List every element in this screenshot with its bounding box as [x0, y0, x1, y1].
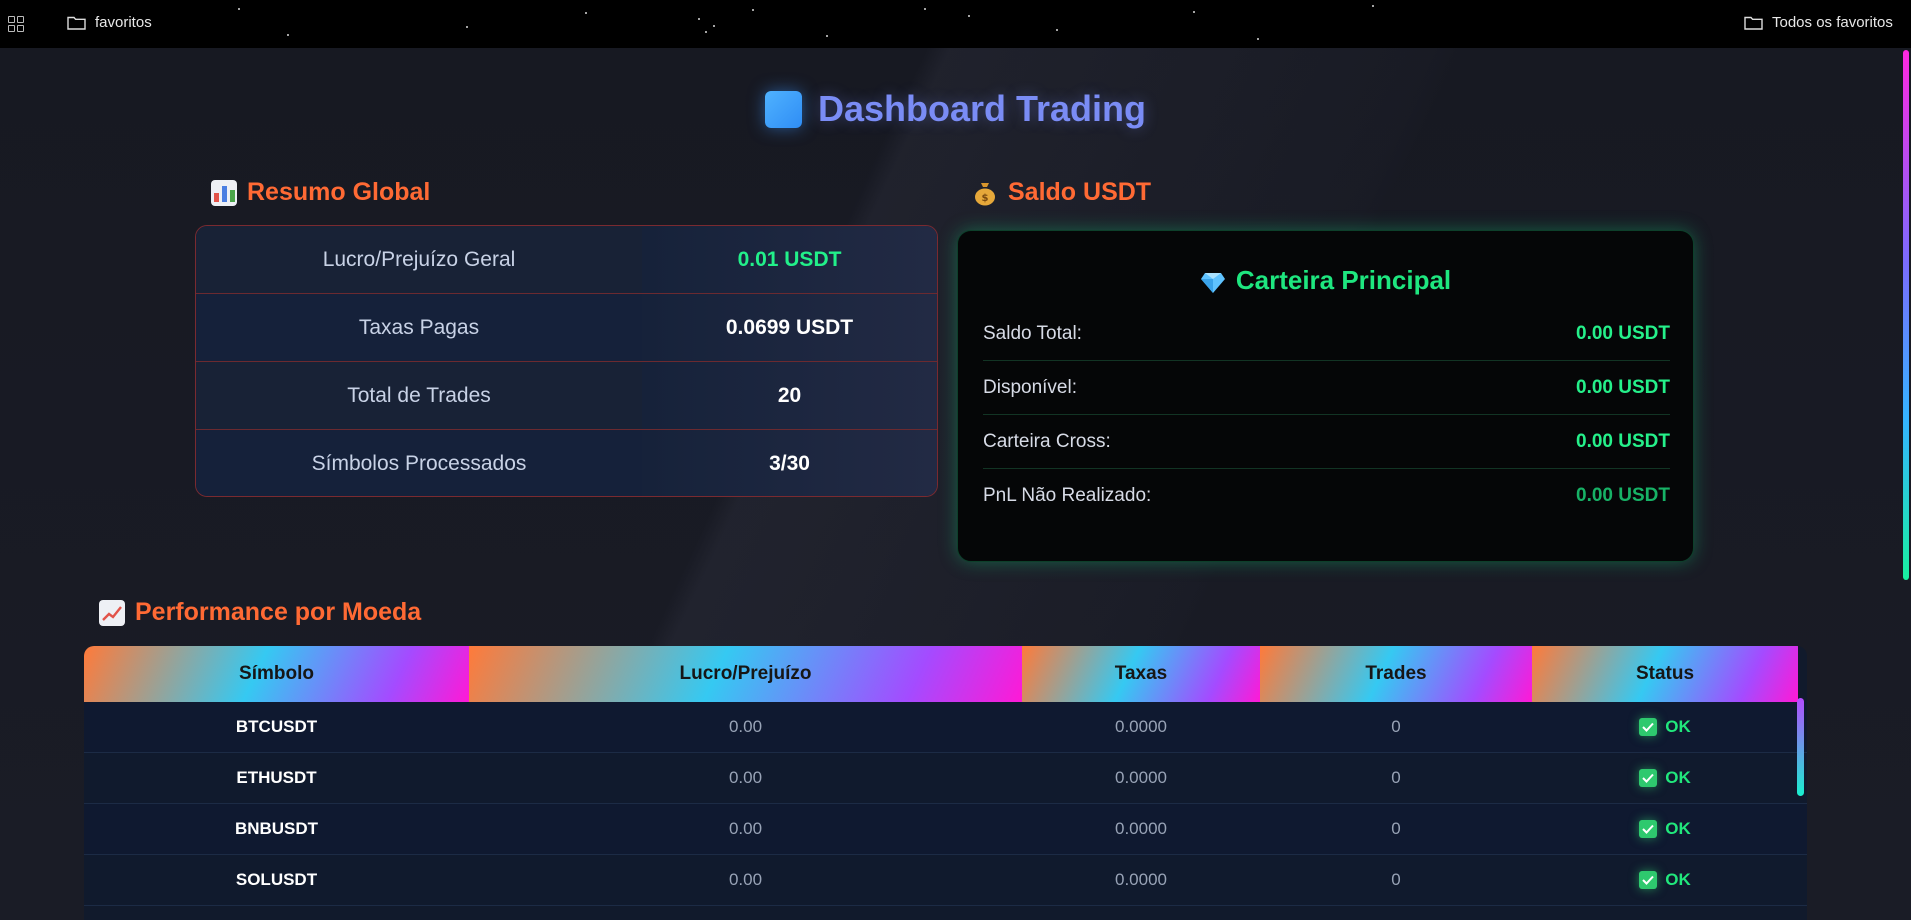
wallet-row-label: Saldo Total:	[983, 322, 1082, 344]
table-row: ETHUSDT 0.00 0.0000 0 OK	[84, 753, 1807, 804]
cell-fees: 0.0000	[1115, 819, 1167, 838]
resumo-heading: Resumo Global	[211, 178, 430, 207]
wallet-row: PnL Não Realizado: 0.00 USDT	[983, 469, 1670, 523]
cell-trades: 0	[1391, 768, 1401, 787]
bookmark-folder-favoritos[interactable]: favoritos	[67, 14, 152, 31]
saldo-heading: $ Saldo USDT	[972, 178, 1151, 207]
column-header-status[interactable]: Status	[1532, 646, 1798, 702]
bookmarks-bar: favoritos Todos os favoritos	[0, 0, 1911, 48]
wallet-row: Carteira Cross: 0.00 USDT	[983, 415, 1670, 469]
row-value: 0.0699 USDT	[642, 294, 937, 361]
square-icon	[764, 90, 802, 128]
chart-increasing-icon	[99, 599, 125, 626]
wallet-row-label: Carteira Cross:	[983, 430, 1111, 452]
bar-chart-icon	[211, 179, 237, 206]
cell-status: OK	[1532, 804, 1798, 854]
bookmark-folder-all[interactable]: Todos os favoritos	[1744, 14, 1893, 31]
wallet-row-value: 0.00 USDT	[1576, 376, 1670, 398]
folder-icon	[67, 15, 86, 30]
wallet-row: Saldo Total: 0.00 USDT	[983, 307, 1670, 361]
table-row: Símbolos Processados 3/30	[196, 430, 937, 496]
row-label: Símbolos Processados	[196, 430, 642, 496]
cell-symbol: BNBUSDT	[234, 819, 319, 838]
table-header: Símbolo Lucro/Prejuízo Taxas Trades Stat…	[84, 646, 1807, 702]
folder-icon	[1744, 15, 1763, 30]
check-icon	[1639, 718, 1658, 736]
cell-pnl: 0.00	[728, 870, 763, 889]
cell-status: OK	[1532, 855, 1798, 905]
cell-fees: 0.0000	[1115, 870, 1167, 889]
cell-pnl: 0.00	[728, 768, 763, 787]
column-header-trades[interactable]: Trades	[1260, 646, 1532, 702]
dashboard-page: Dashboard Trading Resumo Global Lucro/Pr…	[0, 48, 1911, 920]
wallet-row-value: 0.00 USDT	[1576, 430, 1670, 452]
check-icon	[1639, 820, 1658, 838]
diamond-icon	[1200, 270, 1226, 293]
cell-fees: 0.0000	[1115, 768, 1167, 787]
wallet-row-label: PnL Não Realizado:	[983, 485, 1152, 506]
cell-status: OK	[1532, 753, 1798, 803]
row-label: Total de Trades	[196, 362, 642, 429]
cell-pnl: 0.00	[728, 717, 763, 736]
wallet-row: Disponível: 0.00 USDT	[983, 361, 1670, 415]
row-value: 3/30	[642, 430, 937, 496]
cell-pnl: 0.00	[728, 819, 763, 838]
row-value: 0.01 USDT	[642, 226, 937, 293]
table-row: Lucro/Prejuízo Geral 0.01 USDT	[196, 226, 937, 294]
table-row: BNBUSDT 0.00 0.0000 0 OK	[84, 804, 1807, 855]
performance-table: Símbolo Lucro/Prejuízo Taxas Trades Stat…	[84, 646, 1807, 920]
cell-status: OK	[1532, 702, 1798, 752]
cell-symbol: SOLUSDT	[235, 870, 318, 889]
wallet-row-label: Disponível:	[983, 376, 1077, 398]
column-header-symbol[interactable]: Símbolo	[84, 646, 469, 702]
wallet-row-value: 0.00 USDT	[1576, 322, 1670, 344]
resumo-table: Lucro/Prejuízo Geral 0.01 USDT Taxas Pag…	[195, 225, 938, 497]
table-row: SOLUSDT 0.00 0.0000 0 OK	[84, 855, 1807, 906]
wallet-row-value: 0.00 USDT	[1576, 485, 1670, 506]
cell-trades: 0	[1391, 717, 1401, 736]
cell-symbol: BTCUSDT	[235, 717, 318, 736]
wallet-card-title: Carteira Principal	[958, 265, 1693, 296]
column-header-fees[interactable]: Taxas	[1022, 646, 1260, 702]
cell-fees: 0.0000	[1115, 717, 1167, 736]
apps-grid-icon[interactable]	[8, 16, 24, 32]
row-value: 20	[642, 362, 937, 429]
table-scrollbar[interactable]	[1795, 694, 1807, 920]
table-row: Taxas Pagas 0.0699 USDT	[196, 294, 937, 362]
row-label: Lucro/Prejuízo Geral	[196, 226, 642, 293]
cell-symbol: ETHUSDT	[236, 768, 317, 787]
check-icon	[1639, 769, 1658, 787]
cell-trades: 0	[1391, 870, 1401, 889]
row-label: Taxas Pagas	[196, 294, 642, 361]
bookmark-label: favoritos	[95, 14, 152, 31]
money-bag-icon: $	[972, 180, 998, 206]
table-row: Total de Trades 20	[196, 362, 937, 430]
check-icon	[1639, 871, 1658, 889]
wallet-card: Carteira Principal Saldo Total: 0.00 USD…	[957, 230, 1694, 562]
performance-heading: Performance por Moeda	[99, 598, 421, 627]
page-title: Dashboard Trading	[0, 88, 1911, 130]
bookmark-label: Todos os favoritos	[1772, 14, 1893, 31]
cell-trades: 0	[1391, 819, 1401, 838]
page-scrollbar[interactable]	[1901, 48, 1911, 920]
column-header-pnl[interactable]: Lucro/Prejuízo	[469, 646, 1022, 702]
svg-text:$: $	[982, 193, 989, 204]
table-row: BTCUSDT 0.00 0.0000 0 OK	[84, 702, 1807, 753]
